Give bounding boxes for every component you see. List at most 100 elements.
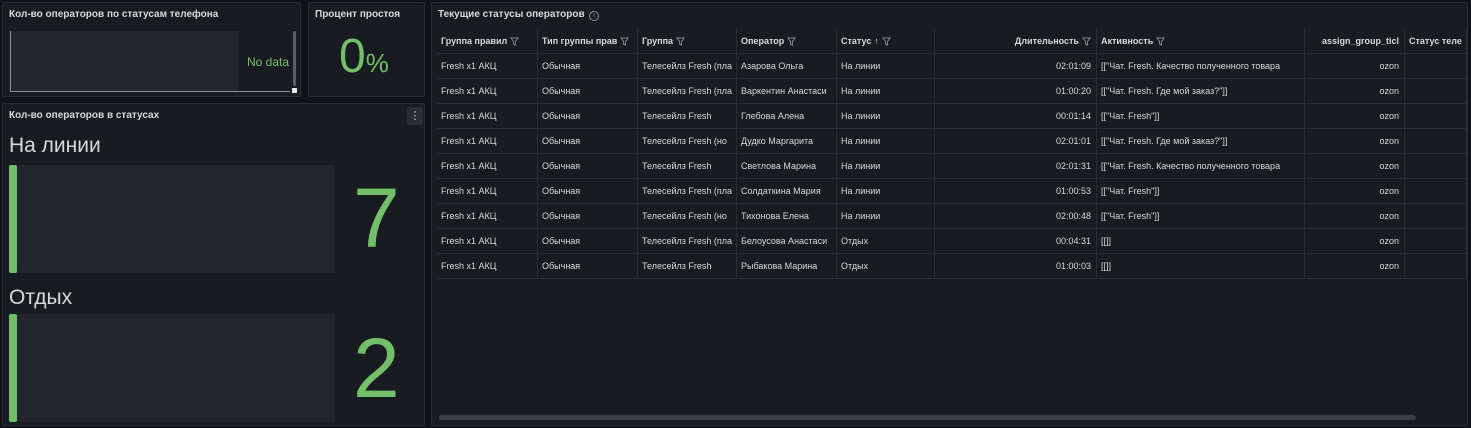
- table-cell: Обычная: [538, 179, 638, 203]
- column-header[interactable]: Оператор: [737, 29, 837, 53]
- table-cell: ozon: [1305, 179, 1405, 203]
- stat-label-rest: Отдых: [9, 286, 73, 309]
- horizontal-scrollbar[interactable]: [439, 415, 1416, 420]
- table-cell: На линии: [837, 154, 935, 178]
- table-cell: [[]]: [1097, 229, 1305, 253]
- table-cell: Светлова Марина: [737, 154, 837, 178]
- table-cell: 02:01:09: [935, 54, 1097, 78]
- table-row[interactable]: Fresh x1 АКЦ Обычная Телесейлз Fresh (пла Б…: [437, 229, 1467, 254]
- table-cell: Fresh x1 АКЦ: [437, 104, 538, 128]
- table-cell: 02:01:01: [935, 129, 1097, 153]
- column-header[interactable]: Тип группы прав: [538, 29, 638, 53]
- table-cell: Fresh x1 АКЦ: [437, 154, 538, 178]
- sort-ascending-icon[interactable]: ↑: [874, 29, 879, 53]
- filter-icon[interactable]: [510, 37, 520, 46]
- table-cell: Телесейлз Fresh (пла: [638, 54, 737, 78]
- table-cell: [["Чат. Fresh"]]: [1097, 104, 1305, 128]
- table-row[interactable]: Fresh x1 АКЦ Обычная Телесейлз Fresh (пла А…: [437, 54, 1467, 79]
- column-header[interactable]: Статус теле: [1405, 29, 1467, 53]
- column-header-label: Длительность: [1014, 36, 1079, 46]
- table-cell: Глебова Алена: [737, 104, 837, 128]
- table-row[interactable]: Fresh x1 АКЦ Обычная Телесейлз Fresh (но Ти…: [437, 204, 1467, 229]
- table-cell: Fresh x1 АКЦ: [437, 79, 538, 103]
- table-cell: Отдых: [837, 254, 935, 278]
- table-cell: 01:00:20: [935, 79, 1097, 103]
- vertical-scrollbar[interactable]: [293, 31, 296, 86]
- filter-icon[interactable]: [787, 37, 797, 46]
- stat-value-rest: 2: [353, 321, 400, 415]
- table-cell: 02:01:31: [935, 154, 1097, 178]
- column-header-label: Группа: [642, 36, 674, 46]
- table-cell: Солдаткина Мария: [737, 179, 837, 203]
- filter-icon[interactable]: [620, 37, 630, 46]
- filter-icon[interactable]: [1082, 37, 1091, 46]
- column-header-label: Статус теле: [1409, 36, 1462, 46]
- filter-icon[interactable]: [676, 37, 686, 46]
- table-cell: Телесейлз Fresh (пла: [638, 179, 737, 203]
- table-cell: Обычная: [538, 104, 638, 128]
- table-cell: Обычная: [538, 54, 638, 78]
- table-cell: 02:00:48: [935, 204, 1097, 228]
- stat-bar-fill-online: [9, 165, 17, 273]
- table-cell: ozon: [1305, 229, 1405, 253]
- table-cell: [1405, 179, 1467, 203]
- no-data-label: No data: [247, 55, 290, 69]
- table-row[interactable]: Fresh x1 АКЦ Обычная Телесейлз Fresh (пла В…: [437, 79, 1467, 104]
- table-cell: [["Чат. Fresh"]]: [1097, 179, 1305, 203]
- table-cell: ozon: [1305, 79, 1405, 103]
- table-cell: 00:01:14: [935, 104, 1097, 128]
- table-row[interactable]: Fresh x1 АКЦ Обычная Телесейлз Fresh (пла С…: [437, 179, 1467, 204]
- table-cell: [[]]: [1097, 254, 1305, 278]
- stat-value-online: 7: [353, 171, 400, 265]
- table-row[interactable]: Fresh x1 АКЦ Обычная Телесейлз Fresh Светло…: [437, 154, 1467, 179]
- operators-table: Группа правил Тип группы прав Группа Операт…: [437, 29, 1467, 279]
- resize-corner[interactable]: [292, 88, 297, 93]
- info-icon[interactable]: i: [589, 11, 599, 21]
- table-cell: Fresh x1 АКЦ: [437, 129, 538, 153]
- table-cell: 01:00:53: [935, 179, 1097, 203]
- table-cell: Fresh x1 АКЦ: [437, 204, 538, 228]
- table-cell: На линии: [837, 54, 935, 78]
- column-header[interactable]: assign_group_ticl: [1305, 29, 1405, 53]
- stat-bar-fill-rest: [9, 314, 17, 422]
- table-cell: Отдых: [837, 229, 935, 253]
- filter-icon[interactable]: [881, 37, 891, 46]
- table-cell: [1405, 204, 1467, 228]
- table-row[interactable]: Fresh x1 АКЦ Обычная Телесейлз Fresh (но Ду…: [437, 129, 1467, 154]
- column-header[interactable]: Длительность: [935, 29, 1097, 53]
- panel-title: Текущие статусы операторов: [438, 9, 585, 20]
- table-cell: Рыбакова Марина: [737, 254, 837, 278]
- table-cell: На линии: [837, 179, 935, 203]
- table-cell: ozon: [1305, 154, 1405, 178]
- stat-bar-online: [9, 165, 335, 273]
- table-cell: Телесейлз Fresh (но: [638, 129, 737, 153]
- table-cell: На линии: [837, 104, 935, 128]
- table-cell: Телесейлз Fresh: [638, 154, 737, 178]
- column-header-label: Оператор: [741, 36, 785, 46]
- table-cell: [["Чат. Fresh. Где мой заказ?"]]: [1097, 79, 1305, 103]
- table-row[interactable]: Fresh x1 АКЦ Обычная Телесейлз Fresh Рыбако…: [437, 254, 1467, 279]
- column-header-label: Тип группы прав: [542, 36, 618, 46]
- panel-menu-icon[interactable]: ⋮: [407, 107, 423, 125]
- filter-icon[interactable]: [1156, 37, 1166, 46]
- column-header[interactable]: Группа: [638, 29, 737, 53]
- table-cell: [["Чат. Fresh"]]: [1097, 204, 1305, 228]
- column-header-label: Группа правил: [441, 36, 508, 46]
- stat-bar-rest: [9, 314, 335, 422]
- operator-statuses-table-panel: Текущие статусы операторов i Группа прав…: [431, 2, 1468, 426]
- table-cell: Варкентин Анастаси: [737, 79, 837, 103]
- column-header[interactable]: Активность: [1097, 29, 1305, 53]
- stat-label-online: На линии: [9, 134, 101, 157]
- table-cell: ozon: [1305, 104, 1405, 128]
- table-row[interactable]: Fresh x1 АКЦ Обычная Телесейлз Fresh Глебов…: [437, 104, 1467, 129]
- table-cell: ozon: [1305, 129, 1405, 153]
- chart-axis-x: [10, 91, 290, 92]
- idle-percent-value: 0%: [339, 33, 389, 81]
- idle-percent-panel: Процент простоя 0%: [308, 2, 425, 97]
- table-cell: [1405, 229, 1467, 253]
- table-cell: Телесейлз Fresh: [638, 254, 737, 278]
- column-header[interactable]: Группа правил: [437, 29, 538, 53]
- column-header[interactable]: Статус ↑: [837, 29, 935, 53]
- table-cell: На линии: [837, 79, 935, 103]
- table-cell: Белоусова Анастаси: [737, 229, 837, 253]
